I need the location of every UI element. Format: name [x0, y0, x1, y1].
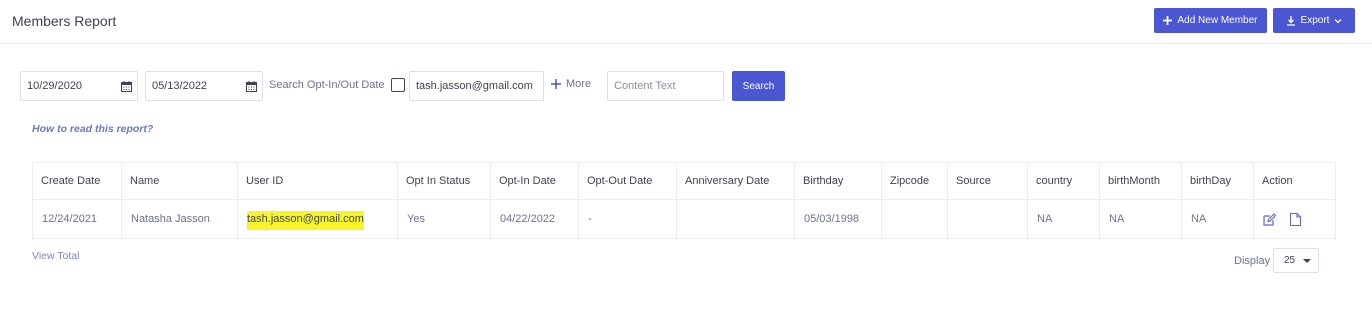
create-date-cell: 12/24/2021: [32, 199, 122, 239]
column-header: birthDay: [1181, 162, 1254, 200]
table-header-row: Create Date Name User ID Opt In Status O…: [32, 162, 1336, 200]
user-id-highlighted: tash.jasson@gmail.com: [247, 211, 364, 230]
page-size-select[interactable]: 25: [1273, 248, 1319, 273]
zipcode-cell: [881, 199, 948, 239]
anniversary-date-cell: [676, 199, 795, 239]
download-icon: [1286, 15, 1295, 26]
column-header: Birthday: [794, 162, 882, 200]
view-total-link[interactable]: View Total: [32, 250, 79, 262]
table-row: 12/24/2021 Natasha Jasson tash.jasson@gm…: [32, 199, 1336, 239]
opt-in-date-cell: 04/22/2022: [490, 199, 579, 239]
column-header: User ID: [237, 162, 398, 200]
action-cell: [1253, 199, 1336, 239]
column-header: Action: [1253, 162, 1336, 200]
birthday-cell: 05/03/1998: [794, 199, 882, 239]
add-new-member-button[interactable]: Add New Member: [1154, 8, 1267, 33]
content-text-input[interactable]: [614, 72, 723, 100]
optin-date-label: Search Opt-In/Out Date: [269, 79, 385, 91]
calendar-icon[interactable]: [121, 81, 132, 92]
opt-in-status-cell: Yes: [397, 199, 491, 239]
start-date-input[interactable]: 10/29/2020: [20, 71, 138, 101]
caret-down-icon: [1303, 259, 1311, 263]
add-new-member-label: Add New Member: [1177, 15, 1258, 26]
column-header: Opt In Status: [397, 162, 491, 200]
page-title: Members Report: [12, 13, 117, 29]
export-label: Export: [1300, 15, 1330, 26]
display-label: Display: [1234, 255, 1271, 267]
more-filters-label: More: [566, 78, 592, 90]
edit-icon[interactable]: [1263, 212, 1277, 226]
column-header: birthMonth: [1099, 162, 1182, 200]
page-header: Members Report Add New Member Export: [0, 0, 1372, 44]
email-search-field[interactable]: [409, 71, 544, 101]
column-header: Create Date: [32, 162, 122, 200]
optin-date-checkbox[interactable]: [391, 78, 405, 92]
birth-day-cell: NA: [1181, 199, 1254, 239]
column-header: Opt-In Date: [490, 162, 579, 200]
start-date-value: 10/29/2020: [27, 80, 83, 92]
calendar-icon[interactable]: [246, 81, 257, 92]
page-size-value: 25: [1284, 255, 1296, 266]
country-cell: NA: [1027, 199, 1100, 239]
content-text-field[interactable]: [607, 71, 724, 101]
plus-icon: [1163, 16, 1173, 25]
column-header: country: [1027, 162, 1100, 200]
chevron-down-icon: [1334, 18, 1342, 23]
members-table: Create Date Name User ID Opt In Status O…: [32, 162, 1336, 239]
end-date-value: 05/13/2022: [152, 80, 208, 92]
more-filters-button[interactable]: More: [551, 78, 591, 90]
birth-month-cell: NA: [1099, 199, 1182, 239]
user-id-cell: tash.jasson@gmail.com: [237, 199, 398, 239]
document-icon[interactable]: [1290, 212, 1301, 226]
source-cell: [947, 199, 1028, 239]
end-date-input[interactable]: 05/13/2022: [145, 71, 263, 101]
column-header: Name: [121, 162, 238, 200]
export-button[interactable]: Export: [1273, 8, 1355, 33]
opt-out-date-cell: -: [578, 199, 677, 239]
column-header: Source: [947, 162, 1028, 200]
email-search-input[interactable]: [416, 72, 543, 100]
search-button[interactable]: Search: [732, 71, 785, 101]
how-to-read-link[interactable]: How to read this report?: [32, 123, 153, 135]
column-header: Opt-Out Date: [578, 162, 677, 200]
column-header: Zipcode: [881, 162, 948, 200]
plus-icon: [551, 79, 561, 89]
column-header: Anniversary Date: [676, 162, 795, 200]
name-cell: Natasha Jasson: [121, 199, 238, 239]
